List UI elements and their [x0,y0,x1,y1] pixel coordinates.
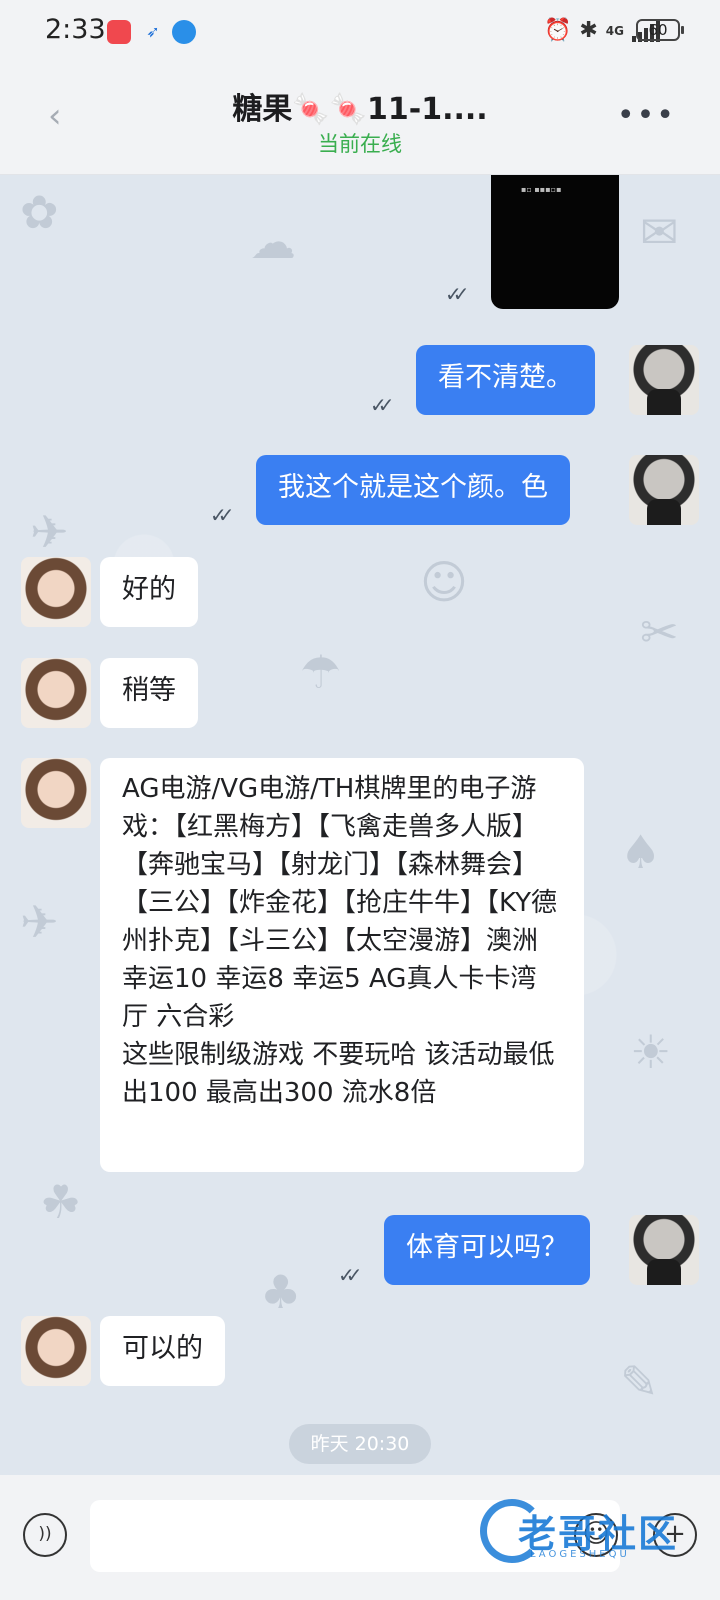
bluetooth-icon: ✱ [579,18,598,43]
doodle-icon: ✿ [20,185,59,239]
doodle-icon: ✈ [30,505,69,559]
message-bubble-in[interactable]: 好的 [100,557,198,627]
doodle-icon: ♠ [620,825,662,879]
doodle-icon: ✎ [620,1355,659,1409]
my-avatar[interactable] [629,345,699,415]
doodle-icon: ☺ [420,555,468,609]
status-time: 2:33 [45,14,106,45]
more-options-icon[interactable]: ••• [617,98,676,133]
doodle-icon: ☀ [630,1025,672,1079]
doodle-icon: ☘ [40,1175,82,1229]
plus-icon[interactable]: + [653,1513,697,1557]
message-bubble-out[interactable]: 体育可以吗？ [384,1215,590,1285]
notification-app-icon [107,20,131,44]
input-bar: )) ☺ + 老哥社区 LAOGESHEQU [0,1475,720,1600]
notification-bird-icon: ➶ [146,22,160,41]
chat-area[interactable]: ✿ ☁ ✉ ✈ ☺ ✂ ☂ ♠ ✈ ☀ ☘ ♣ ✎ ▪▫ ▪▪▪▫▪ ✓✓ ✓✓… [0,175,720,1475]
contact-avatar[interactable] [21,758,91,828]
read-receipt-icon: ✓✓ [370,393,394,417]
doodle-icon: ☁ [250,215,296,269]
read-receipt-icon: ✓✓ [338,1263,362,1287]
message-bubble-in[interactable]: AG电游/VG电游/TH棋牌里的电子游戏：【红黑梅方】【飞禽走兽多人版】【奔驰宝… [100,758,584,1172]
read-receipt-icon: ✓✓ [445,282,469,306]
battery-icon: 60 [636,19,684,41]
contact-avatar[interactable] [21,1316,91,1386]
doodle-icon: ☂ [300,645,342,699]
notification-globe-icon [172,20,196,44]
message-input[interactable] [90,1500,620,1572]
doodle-icon: ♣ [260,1265,302,1319]
message-bubble-out[interactable]: 我这个就是这个颜。色 [256,455,570,525]
contact-avatar[interactable] [21,557,91,627]
alarm-icon: ⏰ [543,18,572,43]
emoji-icon[interactable]: ☺ [574,1513,618,1557]
image-message[interactable]: ▪▫ ▪▪▪▫▪ [491,175,619,309]
chat-title[interactable]: 糖果🍬🍬11-1.... [0,84,720,128]
online-status: 当前在线 [318,132,402,156]
my-avatar[interactable] [629,455,699,525]
doodle-icon: ✈ [20,895,59,949]
doodle-icon: ✂ [640,605,679,659]
read-receipt-icon: ✓✓ [210,503,234,527]
my-avatar[interactable] [629,1215,699,1285]
chat-header: ‹ 糖果🍬🍬11-1.... 当前在线 ••• [0,62,720,175]
contact-avatar[interactable] [21,658,91,728]
voice-icon[interactable]: )) [23,1513,67,1557]
message-bubble-in[interactable]: 可以的 [100,1316,225,1386]
status-bar: 2:33 ➶ ⏰ ✱ 4G 60 [0,0,720,62]
message-bubble-in[interactable]: 稍等 [100,658,198,728]
date-divider: 昨天 20:30 [289,1424,431,1464]
doodle-icon: ✉ [640,205,679,259]
image-thumbnail-text: ▪▫ ▪▪▪▫▪ [521,185,562,194]
network-type: 4G [605,24,624,38]
message-bubble-out[interactable]: 看不清楚。 [416,345,595,415]
